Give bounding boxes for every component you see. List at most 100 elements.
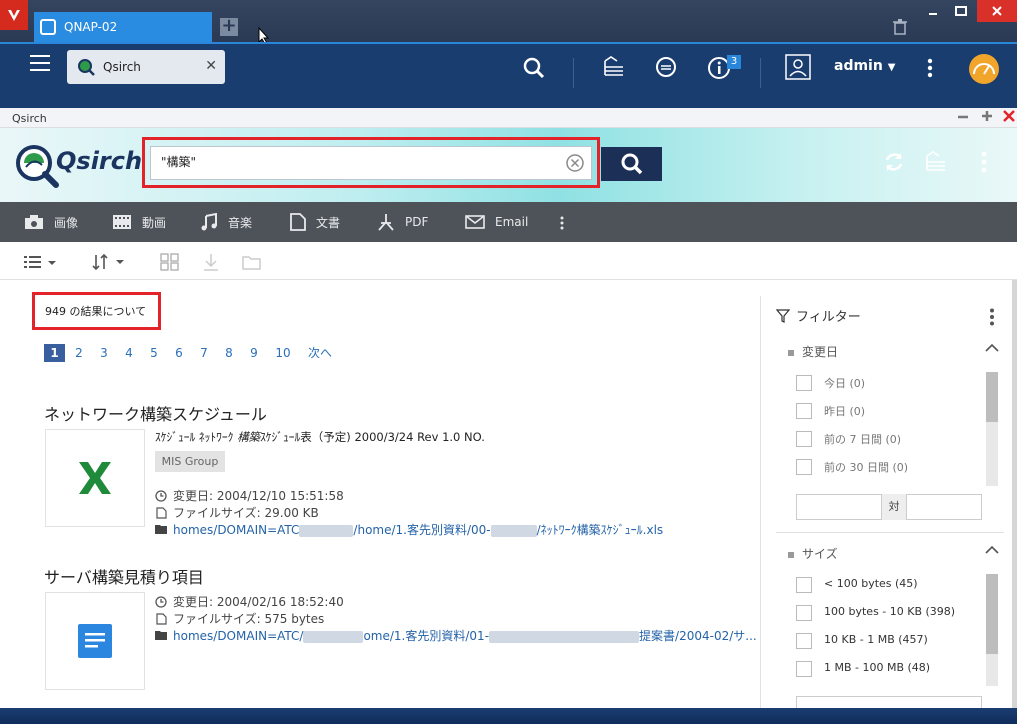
hamburger-menu-icon[interactable] [30,54,52,72]
date-range-separator: 対 [881,494,907,520]
document-icon [290,213,306,231]
page-8-button[interactable]: 8 [220,344,238,362]
browser-tab-title: QNAP-02 [64,20,118,34]
result-count: 949 の結果について [32,292,161,330]
filter-section-modified[interactable]: 変更日 [788,343,838,360]
refresh-icon[interactable] [882,151,906,173]
filter-checkbox-30days[interactable] [796,459,812,475]
category-label: PDF [405,215,429,229]
page-2-button[interactable]: 2 [70,344,88,362]
result-path[interactable]: homes/DOMAIN=ATC/home/1.客先別資料/00-/ﾈｯﾄﾜｰｸ… [155,521,663,538]
result-title-link[interactable]: サーバ構築見積り項目 [44,564,204,588]
collapse-chevron-icon[interactable] [985,343,999,353]
result-tag[interactable]: MIS Group [155,451,225,472]
result-modified: 変更日: 2004/12/10 15:51:58 [155,487,344,504]
search-icon[interactable] [523,57,545,79]
category-images[interactable]: 画像 [24,202,78,242]
result-size: ファイルサイズ: 29.00 KB [155,504,319,521]
window-close-icon[interactable] [1003,110,1015,122]
film-icon [113,215,131,229]
sort-icon[interactable] [92,253,126,271]
category-pdf[interactable]: PDF [377,202,428,242]
excel-file-icon [79,462,111,494]
page-10-button[interactable]: 10 [272,344,294,362]
result-thumbnail[interactable] [45,592,145,690]
category-documents[interactable]: 文書 [290,202,340,242]
user-name: admin [834,58,883,74]
filter-checkbox-size-2[interactable] [796,605,812,621]
category-videos[interactable]: 動画 [112,202,166,242]
page-6-button[interactable]: 6 [170,344,188,362]
user-menu[interactable]: admin ▼ [834,58,895,74]
filter-checkbox-size-3[interactable] [796,633,812,649]
app-tab-qsirch[interactable]: Qsirch ✕ [67,50,225,84]
category-email[interactable]: Email [465,202,528,242]
window-maximize-icon[interactable] [980,109,994,123]
browser-tab[interactable]: QNAP-02 [34,12,212,42]
collapse-chevron-icon[interactable] [985,545,999,555]
result-snippet: ｽｹｼﾞｭｰﾙ ﾈｯﾄﾜｰｸ 構築ｽｹｼﾞｭｰﾙ表（予定) 2000/3/24 … [155,430,485,444]
filter-scrollbar-thumb[interactable] [986,574,998,654]
caret-down-icon: ▼ [887,62,896,73]
page-5-button[interactable]: 5 [145,344,163,362]
search-input[interactable]: "構築" [150,146,592,180]
dashboard-gauge-icon[interactable] [968,53,1000,85]
vivaldi-logo-icon[interactable] [0,0,28,30]
user-avatar-icon[interactable] [785,54,811,80]
result-modified: 変更日: 2004/02/16 18:52:40 [155,593,344,610]
header-divider [760,58,761,88]
redacted-text [489,630,640,643]
close-window-button[interactable] [977,0,1017,22]
next-page-link[interactable]: 次へ [305,344,335,362]
filter-checkbox-size-1[interactable] [796,577,812,593]
close-tab-icon[interactable]: ✕ [205,58,217,74]
page-4-button[interactable]: 4 [120,344,138,362]
select-all-icon[interactable] [160,253,180,271]
mail-icon [465,215,485,229]
folder-icon [155,525,167,534]
filter-checkbox-yesterday[interactable] [796,403,812,419]
filter-option-label: 1 MB - 100 MB (48) [824,661,931,674]
sync-icon[interactable] [653,55,679,79]
header-divider [573,58,574,88]
more-options-icon[interactable] [927,58,933,78]
open-folder-icon[interactable] [242,254,262,270]
result-title-link[interactable]: ネットワーク構築スケジュール [44,401,267,425]
filter-checkbox-today[interactable] [796,375,812,391]
filter-checkbox-size-4[interactable] [796,661,812,677]
page-7-button[interactable]: 7 [195,344,213,362]
filter-option-label: 前の 30 日間 (0) [824,461,909,474]
filter-option-label: 昨日 (0) [824,405,866,418]
category-more-icon[interactable] [559,216,565,230]
size-range-input[interactable] [796,696,982,708]
page-1-button[interactable]: 1 [44,344,65,362]
filter-more-icon[interactable] [989,308,995,326]
page-9-button[interactable]: 9 [245,344,263,362]
qsirch-more-icon[interactable] [981,151,987,173]
list-view-icon[interactable] [24,254,58,270]
filter-option-label: 100 bytes - 10 KB (398) [824,605,956,618]
folder-icon [155,631,167,640]
page-3-button[interactable]: 3 [95,344,113,362]
filter-scrollbar-thumb[interactable] [986,372,998,422]
category-label: Email [495,215,529,229]
result-thumbnail[interactable] [45,429,145,527]
clear-search-icon[interactable] [566,154,584,172]
window-minimize-icon[interactable] [956,109,970,123]
maximize-window-button[interactable] [945,0,977,22]
background-tasks-icon[interactable] [602,55,626,79]
search-tasks-icon[interactable] [924,150,948,174]
redacted-text [303,630,364,643]
new-tab-button[interactable]: + [220,17,238,36]
download-icon[interactable] [202,253,220,271]
clock-icon [155,595,167,608]
result-path[interactable]: homes/DOMAIN=ATC/ome/1.客先別資料/01- 提案書/2004… [155,627,757,644]
category-music[interactable]: 音楽 [200,202,252,242]
bottom-taskbar [0,708,1017,724]
trash-icon[interactable] [893,19,907,35]
filter-section-size[interactable]: サイズ [788,545,838,562]
filter-title: フィルター [776,306,861,325]
search-button[interactable] [601,147,662,181]
category-label: 動画 [142,215,167,230]
filter-checkbox-7days[interactable] [796,431,812,447]
